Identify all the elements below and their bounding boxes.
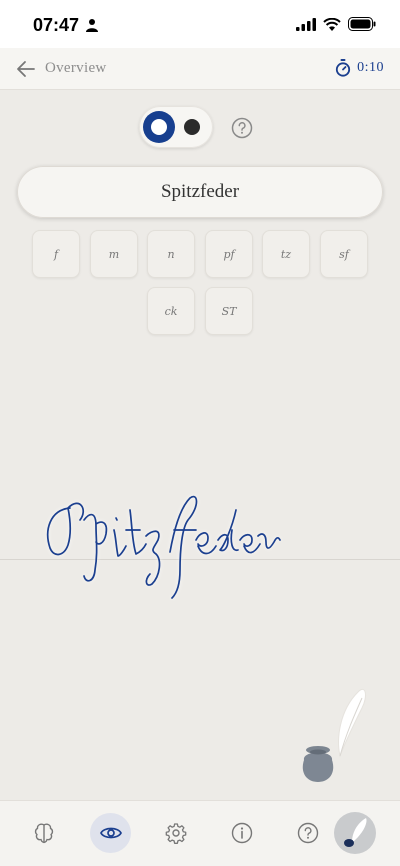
- tab-settings[interactable]: [156, 813, 196, 853]
- person-icon: [86, 19, 98, 32]
- glyph-tile[interactable]: tz: [262, 230, 310, 278]
- glyph-tile[interactable]: ST: [205, 287, 253, 335]
- glyph-label: ST: [221, 304, 237, 318]
- nav-bar: Overview 0:10: [0, 48, 400, 90]
- tab-eye[interactable]: [90, 813, 131, 853]
- gear-icon: [165, 823, 187, 844]
- quill-avatar-button[interactable]: [334, 812, 376, 854]
- glyph-tile[interactable]: f: [32, 230, 80, 278]
- pen-type-label: Spitzfeder: [160, 181, 240, 202]
- inkwell-quill-icon: [302, 688, 366, 782]
- battery-icon: [348, 17, 376, 31]
- glyph-tile[interactable]: n: [147, 230, 195, 278]
- info-icon: [231, 822, 253, 844]
- stopwatch-icon: [336, 59, 351, 77]
- glyph-label: pf: [223, 247, 235, 261]
- signal-icon: [296, 17, 316, 31]
- glyph-label: n: [167, 247, 175, 261]
- glyph-label: f: [53, 247, 59, 261]
- glyph-tile[interactable]: pf: [205, 230, 253, 278]
- handwriting-sample[interactable]: [40, 490, 290, 610]
- glyph-tile[interactable]: sf: [320, 230, 368, 278]
- tab-brain[interactable]: [24, 813, 64, 853]
- glyph-label: ck: [164, 304, 178, 318]
- status-icons: [296, 17, 376, 31]
- tab-help[interactable]: [288, 813, 328, 853]
- help-icon[interactable]: [231, 117, 253, 139]
- glyph-label: sf: [339, 247, 349, 261]
- back-arrow-icon[interactable]: [15, 58, 37, 80]
- status-bar: 07:47: [0, 0, 400, 48]
- toggle-off-dot: [184, 119, 200, 135]
- glyph-tile[interactable]: ck: [147, 287, 195, 335]
- help-icon: [297, 822, 319, 844]
- quill-avatar-icon: [344, 818, 367, 847]
- brain-icon: [34, 823, 54, 844]
- toggle-on-knob: [143, 111, 175, 143]
- glyph-tile[interactable]: m: [90, 230, 138, 278]
- status-time: 07:47: [33, 15, 80, 35]
- pen-type-button[interactable]: Spitzfeder: [17, 166, 383, 218]
- glyph-label: m: [108, 247, 120, 261]
- timer-value: 0:10: [357, 60, 384, 75]
- timer: 0:10: [335, 59, 384, 77]
- wifi-icon: [323, 17, 341, 31]
- tab-info[interactable]: [222, 813, 262, 853]
- glyph-label: tz: [280, 247, 292, 261]
- back-label[interactable]: Overview: [45, 60, 107, 77]
- eye-icon: [99, 827, 122, 839]
- mode-toggle[interactable]: [139, 106, 213, 148]
